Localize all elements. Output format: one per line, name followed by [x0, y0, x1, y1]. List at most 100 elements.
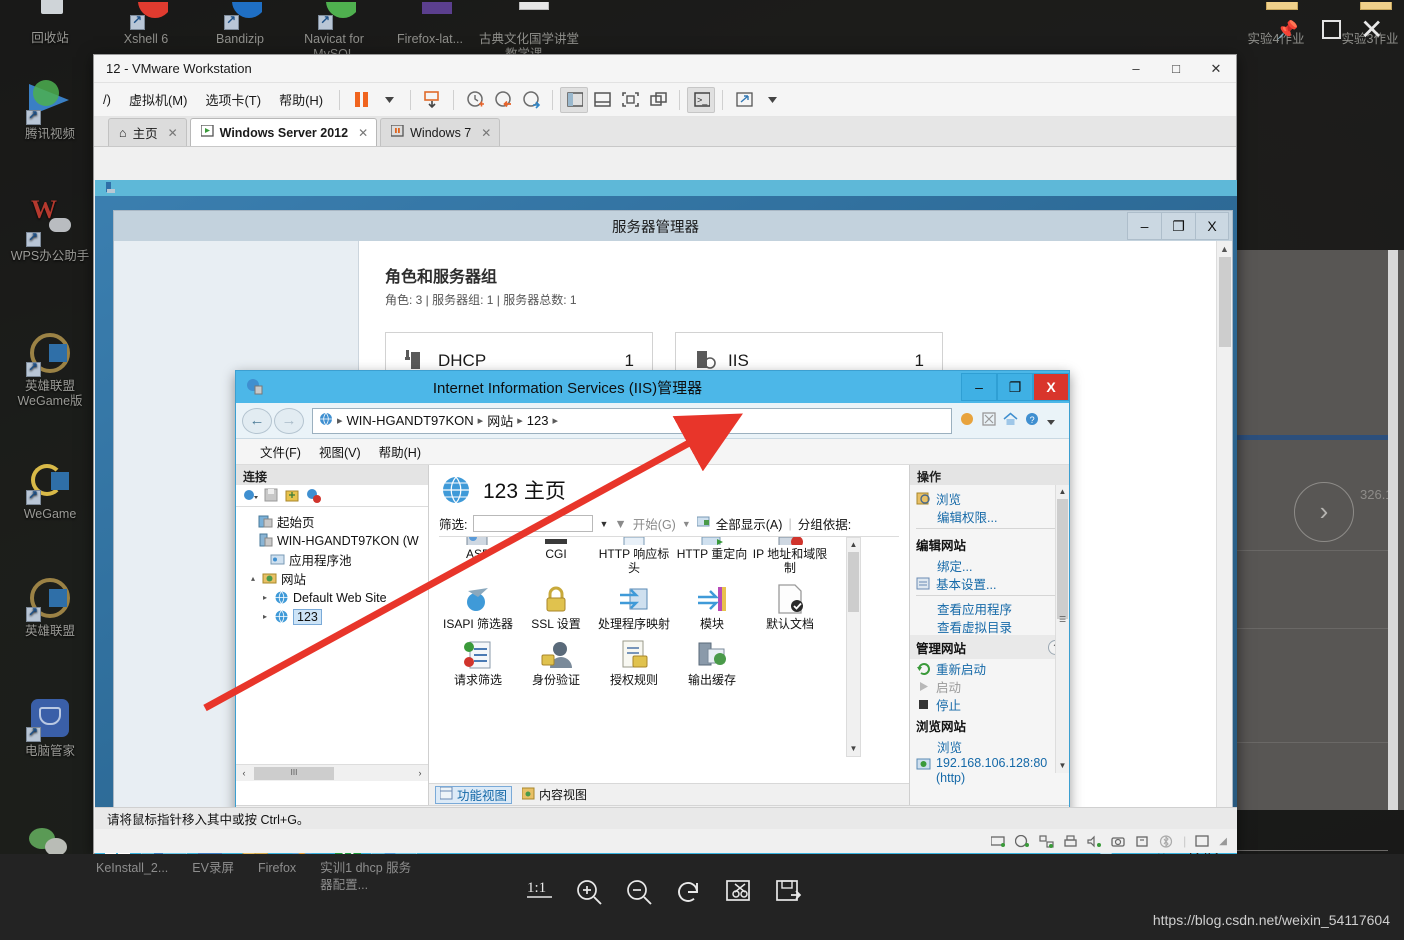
scroll-thumb[interactable]	[848, 552, 859, 612]
tree-node-site-123[interactable]: ▸ 123	[242, 607, 428, 626]
vmware-menubar[interactable]: /) 虚拟机(M) 选项卡(T) 帮助(H) >_	[94, 83, 1236, 117]
close-icon[interactable]: ✕	[358, 126, 368, 140]
window-name-1[interactable]: EV录屏	[192, 860, 234, 894]
nav-right-icons[interactable]: ?	[952, 412, 1063, 429]
desktop-icon-xshell[interactable]: Xshell 6	[98, 2, 194, 47]
desktop-icon-bandizip[interactable]: Bandizip	[192, 2, 288, 47]
desktop-icon-lol-wegame[interactable]: 英雄联盟WeGame版	[2, 330, 98, 409]
ratio-1-1-icon[interactable]: 1:1	[525, 878, 552, 904]
feature-modules[interactable]: 模块	[673, 581, 751, 631]
desktop-icon-lol[interactable]: 英雄联盟	[2, 575, 98, 639]
action-edit-permissions[interactable]: 编辑权限...	[910, 507, 1069, 525]
zoom-out-icon[interactable]	[625, 878, 652, 905]
actions-list[interactable]: 浏览 编辑权限... 编辑网站 绑定... 基本设置... 查看应用程序 查看虚…	[910, 485, 1069, 787]
home-icon[interactable]	[1003, 412, 1018, 429]
forward-button[interactable]: →	[274, 407, 304, 434]
feature-handler-mappings[interactable]: 处理程序映射	[595, 581, 673, 631]
iis-close-button[interactable]: X	[1033, 373, 1069, 401]
stop-icon[interactable]	[982, 412, 996, 429]
bluetooth-icon[interactable]	[1159, 834, 1174, 848]
desktop-icon-navicat[interactable]: Navicat for MySQL	[286, 2, 382, 62]
save-icon[interactable]	[264, 488, 279, 503]
guest-os-screen[interactable]: 服务器管理器 – ❐ X 角色和服务器组 角色: 3 | 服务器组: 1 | 服…	[95, 180, 1237, 883]
scroll-up-arrow[interactable]: ▲	[1217, 241, 1232, 257]
chevron-down-icon[interactable]: ▼	[682, 519, 691, 529]
printer-icon[interactable]	[1063, 834, 1078, 848]
iis-menu-view[interactable]: 视图(V)	[311, 440, 369, 463]
action-stop[interactable]: 停止	[910, 695, 1069, 713]
twisty-icon[interactable]: ▸	[260, 593, 270, 602]
sound-icon[interactable]	[1087, 835, 1102, 848]
action-browse-url[interactable]: 192.168.106.128:80 (http)	[910, 755, 1069, 787]
close-icon[interactable]: ✕	[1360, 16, 1383, 44]
unity-icon[interactable]	[644, 87, 672, 113]
vmware-maximize-button[interactable]: □	[1156, 55, 1196, 82]
fullscreen-icon[interactable]	[616, 87, 644, 113]
scroll-thumb[interactable]	[1057, 499, 1068, 619]
feature-http-headers[interactable]: HTTP 响应标头	[595, 537, 673, 575]
breadcrumb-server[interactable]: WIN-HGANDT97KON	[347, 413, 474, 428]
disconnect-icon[interactable]	[306, 488, 321, 503]
actions-heading-manage-site[interactable]: 管理网站 ⌃	[910, 635, 1069, 659]
desktop-icon-tencent-video[interactable]: 腾讯视频	[2, 78, 98, 142]
chevron-down-icon[interactable]: ▼	[599, 519, 608, 529]
question-icon[interactable]: ?	[1025, 412, 1040, 429]
tab-home[interactable]: ⌂ 主页 ✕	[108, 118, 187, 146]
menu-item-partial[interactable]: /)	[94, 88, 120, 111]
screenshot-tool-bar[interactable]: KeInstall_2... EV录屏 Firefox 实训1 dhcp 服务器…	[0, 854, 1404, 940]
menu-item-tabs[interactable]: 选项卡(T)	[196, 86, 270, 113]
server-manager-scrollbar[interactable]: ▲ ▼	[1216, 241, 1232, 854]
crop-icon[interactable]	[725, 878, 751, 904]
help-icon[interactable]	[960, 412, 975, 429]
action-view-virtual-directories[interactable]: 查看虚拟目录	[910, 617, 1069, 635]
dropdown-caret2[interactable]	[758, 87, 786, 113]
screenshot-tools[interactable]: 1:1	[525, 878, 802, 905]
srvmgr-restore-button[interactable]: ❐	[1161, 212, 1195, 240]
tree-node-server[interactable]: WIN-HGANDT97KON (W	[242, 531, 428, 550]
feature-http-redirect[interactable]: HTTP 重定向	[673, 537, 751, 575]
tree-node-default-web-site[interactable]: ▸ Default Web Site	[242, 588, 428, 607]
export-icon[interactable]	[285, 488, 300, 503]
scroll-down-arrow[interactable]: ▼	[847, 742, 860, 756]
download-manager-window[interactable]: › 326.1 +新建下载	[1236, 250, 1404, 851]
close-icon[interactable]: ✕	[168, 126, 178, 140]
breadcrumb-site-123[interactable]: 123	[527, 413, 549, 428]
next-arrow-icon[interactable]: ›	[1294, 482, 1354, 542]
iis-maximize-button[interactable]: ❐	[997, 373, 1033, 401]
desktop-icon-guodian[interactable]: 古典文化国学讲堂教学课...	[474, 2, 584, 62]
iis-navigation-bar[interactable]: ← → ▸ WIN-HGANDT97KON ▸ 网站 ▸ 123 ▸ ?	[236, 403, 1069, 439]
tree-node-start-page[interactable]: 起始页	[242, 512, 428, 531]
pause-icon[interactable]	[347, 87, 375, 113]
feature-default-document[interactable]: 默认文档	[751, 581, 829, 631]
scroll-thumb[interactable]: III	[254, 766, 334, 780]
maximize-icon[interactable]	[1322, 20, 1341, 39]
thumbnail-bar-icon[interactable]	[588, 87, 616, 113]
address-breadcrumb-bar[interactable]: ▸ WIN-HGANDT97KON ▸ 网站 ▸ 123 ▸	[312, 407, 952, 434]
desktop-icon-wps[interactable]: W WPS办公助手	[2, 197, 98, 264]
network-icon[interactable]	[1039, 834, 1054, 848]
feature-cgi[interactable]: CGI	[517, 537, 595, 575]
vmware-workstation-window[interactable]: 12 - VMware Workstation – □ ✕ /) 虚拟机(M) …	[93, 54, 1237, 883]
connections-toolbar[interactable]	[236, 485, 428, 507]
close-icon[interactable]: ✕	[481, 126, 491, 140]
desktop-icon-firefox[interactable]: Firefox-lat...	[382, 2, 478, 47]
actions-scrollbar[interactable]: ▲ ☰ ▼	[1055, 485, 1069, 773]
caret-icon[interactable]	[1047, 414, 1055, 428]
vmware-minimize-button[interactable]: –	[1116, 55, 1156, 82]
pin-icon[interactable]: 📌	[1276, 20, 1298, 41]
tab-windows-server-2012[interactable]: Windows Server 2012 ✕	[189, 118, 378, 146]
twisty-icon[interactable]: ▸	[260, 612, 270, 621]
desktop-icon-wegame[interactable]: WeGame	[2, 458, 98, 522]
take-snapshot-icon[interactable]	[461, 87, 489, 113]
snapshot-manager-icon[interactable]	[418, 87, 446, 113]
filter-bar[interactable]: 筛选: ▼ ▼ 开始(G) ▼ 全部显示(A) | 分组依据:	[439, 511, 899, 537]
twisty-icon[interactable]: ▴	[248, 574, 258, 583]
srvmgr-close-button[interactable]: X	[1195, 212, 1229, 240]
iis-manager-window[interactable]: Internet Information Services (IIS)管理器 –…	[235, 370, 1070, 830]
action-basic-settings[interactable]: 基本设置...	[910, 574, 1069, 592]
feature-ssl-settings[interactable]: SSL 设置	[517, 581, 595, 631]
iis-menubar[interactable]: 文件(F) 视图(V) 帮助(H)	[236, 439, 1069, 465]
vmware-close-button[interactable]: ✕	[1196, 55, 1236, 82]
window-name-3[interactable]: 实训1 dhcp 服务器配置...	[320, 860, 416, 894]
scroll-up-arrow[interactable]: ▲	[847, 538, 860, 552]
